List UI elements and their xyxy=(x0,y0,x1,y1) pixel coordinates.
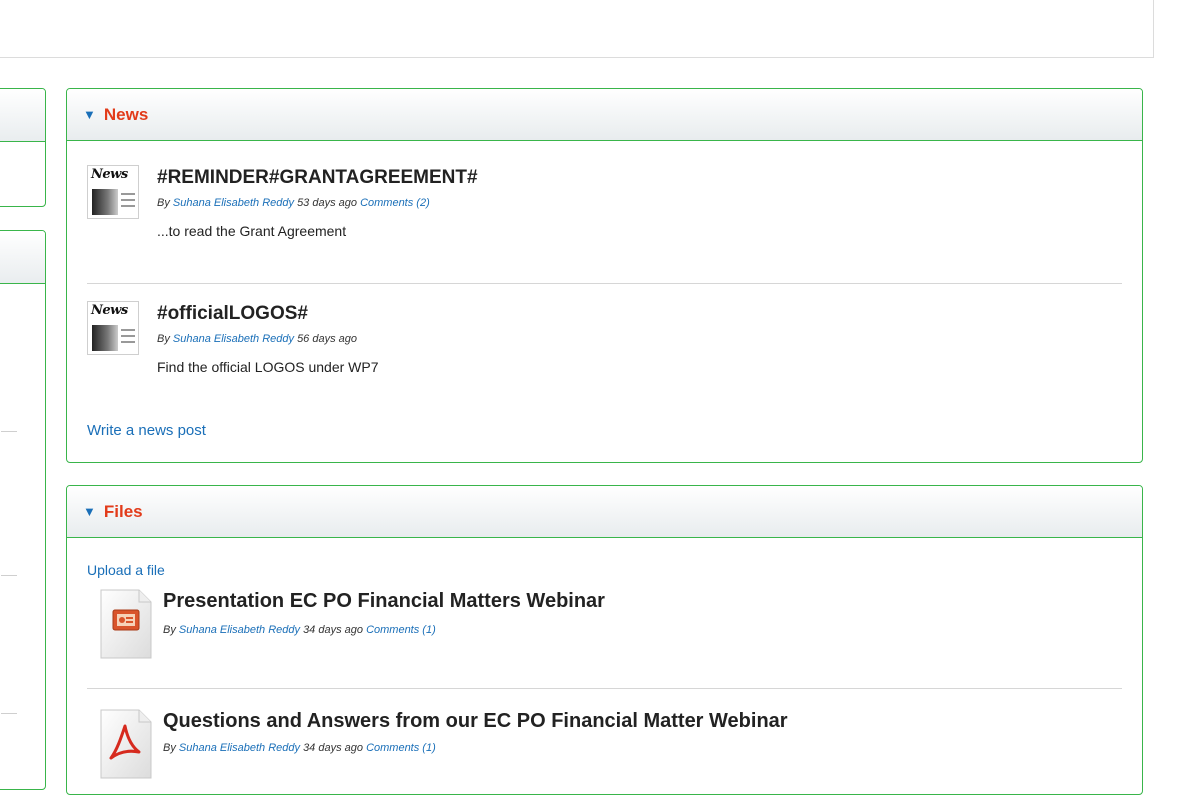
news-item-excerpt: ...to read the Grant Agreement xyxy=(157,223,347,239)
comments-link[interactable]: Comments (2) xyxy=(360,197,430,209)
news-item-age: 53 days ago xyxy=(297,197,357,209)
sidebar-widget-1 xyxy=(0,88,46,207)
file-byline: By Suhana Elisabeth Reddy 34 days ago Co… xyxy=(163,624,436,636)
file-title[interactable]: Questions and Answers from our EC PO Fin… xyxy=(163,710,788,733)
collapse-triangle-icon[interactable]: ▼ xyxy=(83,108,96,121)
news-item-byline: By Suhana Elisabeth Reddy 53 days ago Co… xyxy=(157,197,430,209)
file-byline: By Suhana Elisabeth Reddy 34 days ago Co… xyxy=(163,742,436,754)
news-portlet: ▼ News News #REMINDER#GRANTAGREEMENT# By… xyxy=(66,88,1143,463)
write-news-post-link[interactable]: Write a news post xyxy=(87,422,206,439)
byline-prefix: By xyxy=(163,624,176,636)
file-age: 34 days ago xyxy=(303,742,363,754)
sidebar-divider xyxy=(1,431,17,432)
byline-prefix: By xyxy=(157,333,170,345)
files-portlet-header[interactable]: ▼ Files xyxy=(67,486,1142,538)
pdf-file-icon[interactable] xyxy=(99,706,152,779)
comments-link[interactable]: Comments (1) xyxy=(366,742,436,754)
author-link[interactable]: Suhana Elisabeth Reddy xyxy=(179,624,300,636)
file-title[interactable]: Presentation EC PO Financial Matters Web… xyxy=(163,590,605,613)
news-icon-label: News xyxy=(91,167,128,182)
news-icon-label: News xyxy=(91,303,128,318)
files-portlet-title: Files xyxy=(103,501,143,521)
sidebar-widget-1-header[interactable] xyxy=(0,89,45,142)
news-item-excerpt: Find the official LOGOS under WP7 xyxy=(157,359,379,375)
news-item-byline: By Suhana Elisabeth Reddy 56 days ago xyxy=(157,333,357,345)
news-item-title[interactable]: #officialLOGOS# xyxy=(157,303,308,325)
files-portlet: ▼ Files Upload a file Presentation EC PO… xyxy=(66,485,1143,795)
news-icon: News xyxy=(87,165,139,219)
comments-link[interactable]: Comments (1) xyxy=(366,624,436,636)
upload-file-link[interactable]: Upload a file xyxy=(87,562,165,578)
byline-prefix: By xyxy=(163,742,176,754)
top-header-bar xyxy=(0,0,1154,58)
news-icon: News xyxy=(87,301,139,355)
author-link[interactable]: Suhana Elisabeth Reddy xyxy=(173,197,294,209)
author-link[interactable]: Suhana Elisabeth Reddy xyxy=(173,333,294,345)
collapse-triangle-icon[interactable]: ▼ xyxy=(83,505,96,518)
news-portlet-header[interactable]: ▼ News xyxy=(67,89,1142,141)
sidebar-divider xyxy=(1,575,17,576)
powerpoint-file-icon[interactable] xyxy=(99,586,152,659)
file-age: 34 days ago xyxy=(303,624,363,636)
sidebar-widget-2-header[interactable] xyxy=(0,231,45,284)
byline-prefix: By xyxy=(157,197,170,209)
news-divider xyxy=(87,283,1122,284)
news-portlet-title: News xyxy=(103,104,149,124)
sidebar-divider xyxy=(1,713,17,714)
sidebar-widget-2 xyxy=(0,230,46,790)
news-item: News #REMINDER#GRANTAGREEMENT# By Suhana… xyxy=(87,165,1122,245)
news-item: News #officialLOGOS# By Suhana Elisabeth… xyxy=(87,301,1122,381)
author-link[interactable]: Suhana Elisabeth Reddy xyxy=(179,742,300,754)
news-item-title[interactable]: #REMINDER#GRANTAGREEMENT# xyxy=(157,167,478,189)
files-divider xyxy=(87,688,1122,689)
news-item-age: 56 days ago xyxy=(297,333,357,345)
